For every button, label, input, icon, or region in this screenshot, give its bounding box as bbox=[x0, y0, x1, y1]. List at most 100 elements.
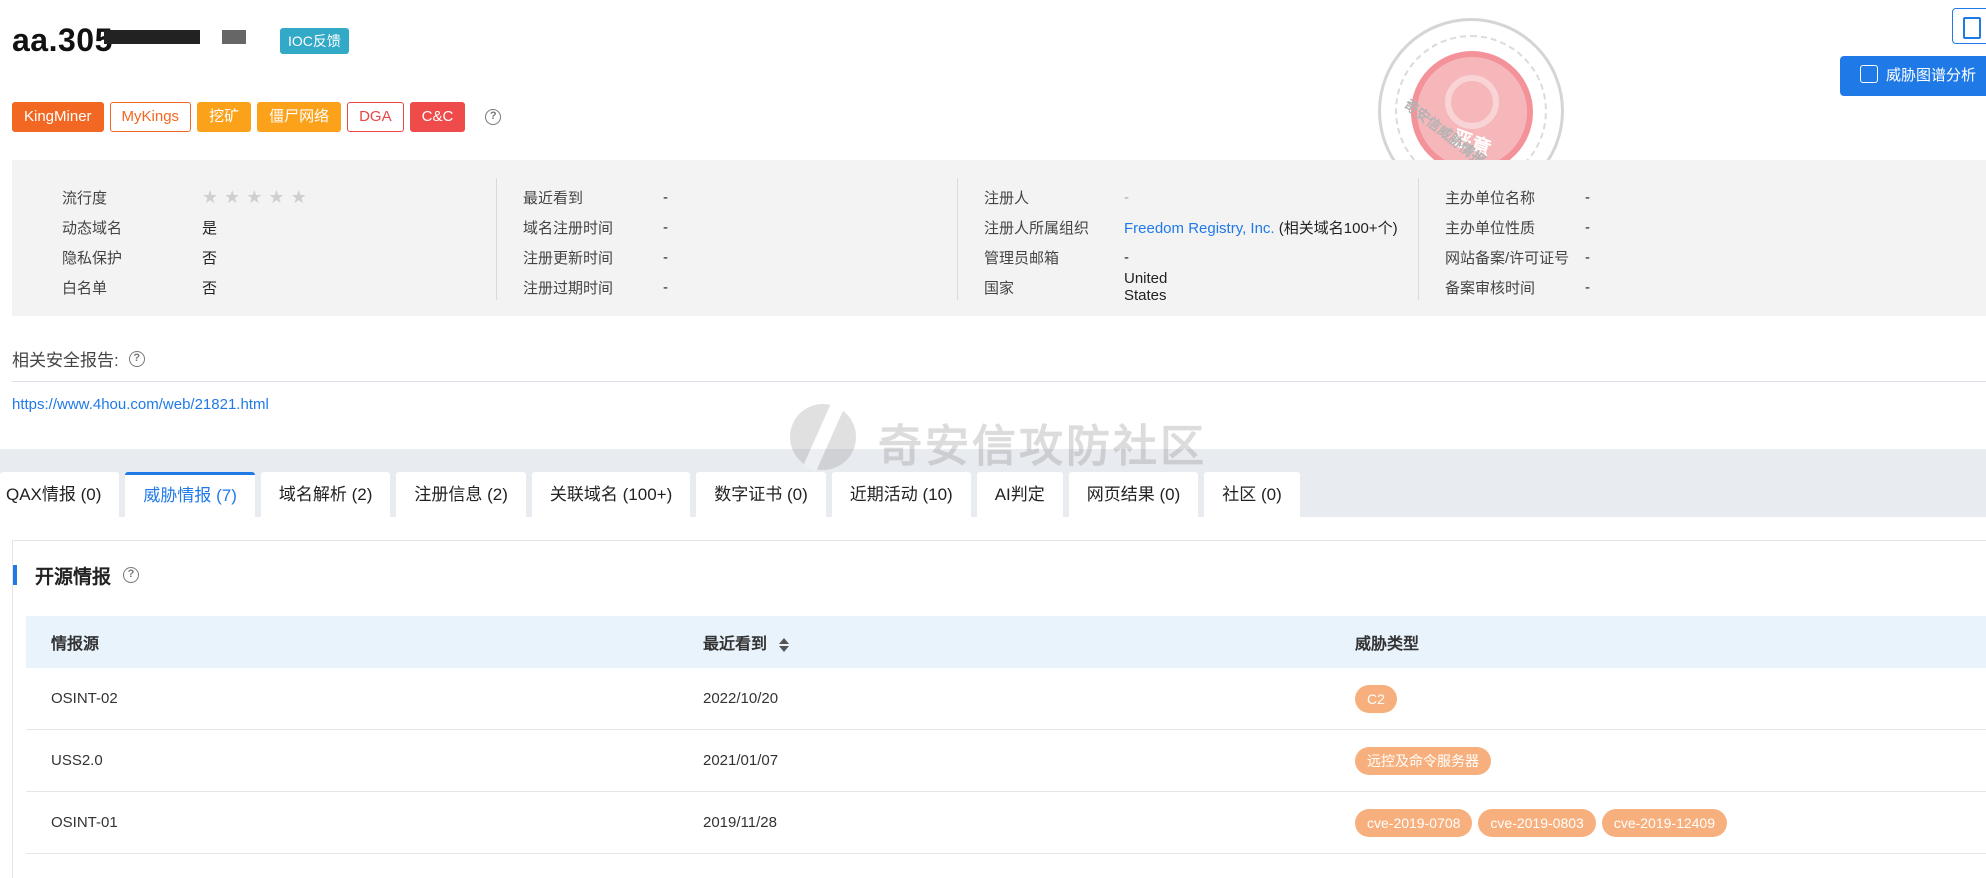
info-value: 否 bbox=[202, 249, 218, 267]
info-value: - bbox=[1124, 188, 1129, 206]
info-value: - bbox=[663, 188, 668, 206]
info-label: 主办单位性质 bbox=[1445, 219, 1536, 237]
info-row: 主办单位名称 - bbox=[1445, 182, 1590, 212]
tag-badge[interactable]: 挖矿 bbox=[197, 102, 252, 132]
tab-item[interactable]: 关联域名 (100+) bbox=[531, 472, 691, 517]
info-label: 备案审核时间 bbox=[1445, 279, 1536, 297]
graph-icon bbox=[1860, 65, 1878, 83]
tag-badge[interactable]: C&C bbox=[409, 102, 466, 132]
tag-badge[interactable]: KingMiner bbox=[12, 102, 104, 132]
cell-last-seen: 2021/01/07 bbox=[703, 752, 779, 769]
info-value: - bbox=[663, 248, 668, 266]
info-row-country: 国家 United States bbox=[984, 270, 1167, 304]
threat-type-pill[interactable]: 远控及命令服务器 bbox=[1355, 746, 1491, 775]
column-header-last-seen[interactable]: 最近看到 bbox=[678, 630, 1330, 654]
tab-item[interactable]: 注册信息 (2) bbox=[396, 472, 526, 517]
info-row: 主办单位性质 - bbox=[1445, 212, 1590, 242]
threat-graph-button[interactable]: 威胁图谱分析 bbox=[1840, 56, 1986, 96]
info-row: 最近看到 - bbox=[523, 182, 668, 212]
redaction-block bbox=[222, 30, 246, 44]
org-link[interactable]: Freedom Registry, Inc. bbox=[1124, 220, 1275, 237]
column-header-last-seen-label: 最近看到 bbox=[703, 636, 768, 653]
popularity-stars: ★ ★ ★ ★ ★ bbox=[202, 188, 307, 206]
info-label: 注册人 bbox=[984, 189, 1030, 207]
info-label: 流行度 bbox=[62, 189, 108, 207]
report-icon[interactable] bbox=[1952, 8, 1986, 44]
section-accent-bar bbox=[13, 565, 17, 585]
info-row-popularity: 流行度 ★ ★ ★ ★ ★ bbox=[62, 182, 307, 212]
tab-item[interactable]: 社区 (0) bbox=[1204, 472, 1300, 517]
info-row: 注册更新时间 - bbox=[523, 242, 668, 272]
info-col-icp: 主办单位名称 - 主办单位性质 - 网站备案/许可证号 - 备案审核时间 - bbox=[1445, 182, 1590, 302]
osint-table: 情报源 最近看到 威胁类型 OSINT-02 2022/10/20 C2 USS2.0… bbox=[26, 616, 1986, 854]
help-icon[interactable]: ? bbox=[128, 350, 145, 367]
security-report-label: 相关安全报告: bbox=[12, 351, 119, 370]
redaction-block bbox=[104, 30, 200, 44]
divider bbox=[12, 381, 1986, 382]
sort-icon[interactable] bbox=[779, 637, 790, 652]
info-label: 动态域名 bbox=[62, 219, 123, 237]
info-label: 白名单 bbox=[62, 279, 108, 297]
info-col-dates: 最近看到 - 域名注册时间 - 注册更新时间 - 注册过期时间 - bbox=[523, 182, 668, 302]
info-row-registrant: 注册人 - bbox=[984, 182, 1129, 212]
threat-type-pill[interactable]: C2 bbox=[1355, 684, 1397, 713]
ioc-feedback-button[interactable]: IOC反馈 bbox=[280, 28, 349, 54]
info-label: 注册人所属组织 bbox=[984, 219, 1090, 237]
section-heading: 开源情报 ? bbox=[13, 563, 140, 588]
divider bbox=[957, 178, 958, 300]
column-header-threat-type: 威胁类型 bbox=[1355, 636, 1420, 653]
security-report-heading: 相关安全报告: ? bbox=[12, 346, 145, 371]
threat-type-pill[interactable]: cve-2019-0708 bbox=[1355, 808, 1473, 837]
info-label: 主办单位名称 bbox=[1445, 189, 1536, 207]
info-value: United States bbox=[1124, 270, 1168, 304]
cell-threat-types: 远控及命令服务器 bbox=[1330, 746, 1986, 775]
divider bbox=[1418, 178, 1419, 300]
info-panel: 流行度 ★ ★ ★ ★ ★ 动态域名是隐私保护否白名单否 最近看到 - 域名注册时间 - 注册更… bbox=[12, 160, 1986, 316]
tab-item[interactable]: QAX情报 (0) bbox=[0, 472, 120, 517]
tag-badge[interactable]: MyKings bbox=[109, 102, 192, 132]
info-row: 注册过期时间 - bbox=[523, 272, 668, 302]
cell-last-seen: 2022/10/20 bbox=[703, 690, 779, 707]
cell-source: USS2.0 bbox=[51, 752, 103, 769]
table-header: 情报源 最近看到 威胁类型 bbox=[26, 616, 1986, 668]
domain-title: aa.305 bbox=[12, 22, 113, 58]
table-row: USS2.0 2021/01/07 远控及命令服务器 bbox=[26, 730, 1986, 792]
info-value: 否 bbox=[202, 279, 218, 297]
info-label: 域名注册时间 bbox=[523, 219, 614, 237]
cell-threat-types: cve-2019-0708 cve-2019-0803 cve-2019-12409 bbox=[1330, 808, 1986, 837]
security-report-link[interactable]: https://www.4hou.com/web/21821.html bbox=[12, 396, 269, 413]
info-label: 注册过期时间 bbox=[523, 279, 614, 297]
table-row: OSINT-01 2019/11/28 cve-2019-0708 cve-2019-… bbox=[26, 792, 1986, 854]
info-row: 网站备案/许可证号 - bbox=[1445, 242, 1590, 272]
threat-type-pill[interactable]: cve-2019-12409 bbox=[1601, 808, 1727, 837]
info-value: - bbox=[663, 218, 668, 236]
cell-last-seen: 2019/11/28 bbox=[703, 814, 777, 831]
lightning-logo-icon bbox=[790, 404, 856, 470]
info-label: 国家 bbox=[984, 279, 1015, 297]
tab-item[interactable]: 威胁情报 (7) bbox=[125, 472, 255, 517]
info-value: - bbox=[663, 278, 668, 296]
info-value: - bbox=[1585, 188, 1590, 206]
star-icon: ★ bbox=[268, 187, 285, 207]
star-icon: ★ bbox=[224, 187, 241, 207]
help-icon[interactable]: ? bbox=[485, 109, 502, 125]
help-icon[interactable]: ? bbox=[123, 567, 140, 583]
cell-source: OSINT-02 bbox=[51, 690, 118, 707]
threat-type-pill[interactable]: cve-2019-0803 bbox=[1478, 808, 1596, 837]
tab-item[interactable]: 域名解析 (2) bbox=[260, 472, 391, 517]
info-value: 是 bbox=[202, 219, 218, 237]
info-label: 注册更新时间 bbox=[523, 249, 614, 267]
info-value: - bbox=[1585, 218, 1590, 236]
tag-list: KingMiner MyKings 挖矿 僵尸网络 DGA C&C? bbox=[12, 102, 502, 132]
section-title: 开源情报 bbox=[35, 566, 112, 588]
star-icon: ★ bbox=[202, 187, 219, 207]
threat-graph-label: 威胁图谱分析 bbox=[1886, 67, 1977, 84]
watermark: 奇安信攻防社区 bbox=[790, 396, 1210, 486]
cell-source: OSINT-01 bbox=[51, 814, 118, 831]
info-label: 网站备案/许可证号 bbox=[1445, 249, 1570, 267]
info-row: 动态域名 是 bbox=[62, 212, 217, 242]
tag-badge[interactable]: 僵尸网络 bbox=[257, 102, 342, 132]
info-col-registrant: 注册人 - 注册人所属组织 Freedom Registry, Inc. (相关… bbox=[984, 182, 1398, 305]
tag-badge[interactable]: DGA bbox=[347, 102, 404, 132]
info-row: 隐私保护 否 bbox=[62, 242, 217, 272]
